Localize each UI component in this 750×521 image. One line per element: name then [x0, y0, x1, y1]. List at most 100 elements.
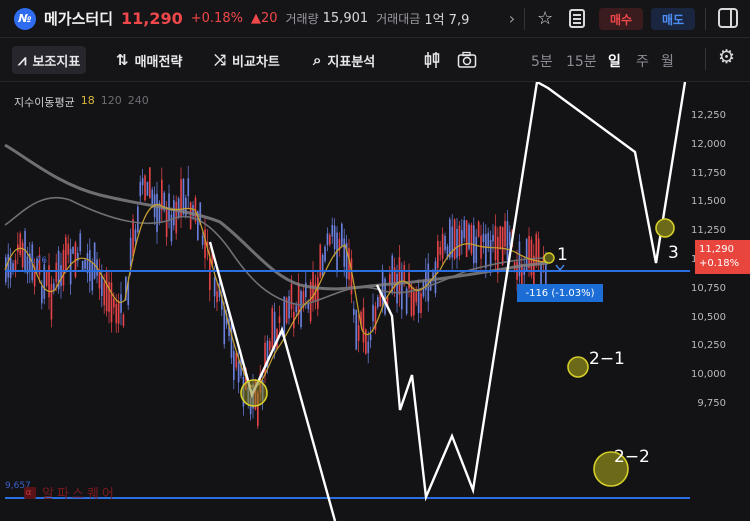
price-tag-change: +0.18%	[699, 258, 740, 269]
price-tag-value: 11,290	[699, 244, 734, 255]
candle-body	[7, 254, 10, 278]
candle-body	[357, 325, 360, 341]
analysis-button[interactable]: ⌕ 지표분석	[313, 46, 375, 74]
y-tick-label: 10,000	[691, 369, 726, 381]
buy-button[interactable]: 매수	[599, 8, 643, 30]
diff-tag: -116 (-1.03%)	[517, 284, 603, 302]
y-tick-label: 11,750	[691, 167, 726, 179]
candle-body	[391, 255, 394, 293]
candle-body	[60, 265, 62, 287]
candle-body	[113, 298, 115, 308]
y-tick-label: 10,250	[691, 340, 726, 352]
period-5min[interactable]: 5분	[531, 51, 553, 71]
candle-body	[271, 308, 274, 348]
candle-body	[201, 235, 204, 246]
candle-body	[329, 235, 331, 245]
volume-label: 거래량	[285, 12, 319, 26]
memo-icon[interactable]	[569, 9, 585, 28]
search-chart-icon: ⌕	[313, 51, 322, 69]
change-amount: ▲20	[250, 11, 278, 26]
candle-body	[458, 225, 461, 256]
candle-body	[50, 284, 53, 320]
candle-body	[237, 361, 240, 383]
stock-name[interactable]: 메가스터디	[44, 8, 113, 29]
shuffle-icon: ⤨	[214, 51, 227, 69]
ma-period-120: 120	[100, 94, 122, 107]
candle-body	[129, 237, 132, 267]
candle-body	[456, 228, 458, 258]
candle-body	[204, 229, 206, 259]
chevron-right-icon[interactable]: ›	[505, 9, 519, 29]
compare-button[interactable]: ⤨ 비교차트	[214, 46, 280, 74]
chart-toolbar: ⩘ 보조지표 ⇅ 매매전략 ⤨ 비교차트 ⌕ 지표분석 5분 15분 일 주 월…	[0, 38, 750, 82]
sell-button[interactable]: 매도	[651, 8, 695, 30]
candle-body	[449, 219, 451, 258]
candle-body	[146, 181, 149, 196]
period-15min[interactable]: 15분	[566, 51, 597, 71]
star-icon[interactable]: ☆	[537, 8, 553, 29]
candle-body	[499, 226, 502, 250]
support-label-upper: .176	[27, 256, 48, 266]
indicator-icon: ⩘	[18, 51, 27, 69]
gear-icon[interactable]: ⚙	[718, 46, 735, 68]
camera-icon	[457, 51, 477, 68]
candle-body	[475, 236, 478, 264]
camera-button[interactable]	[457, 46, 477, 74]
candle-body	[319, 244, 322, 278]
candle-body	[216, 291, 218, 303]
candle-body	[156, 193, 158, 232]
side-panel-icon[interactable]	[718, 8, 738, 28]
candle-body	[497, 237, 499, 274]
period-day[interactable]: 일	[608, 51, 621, 71]
indicator-label: 보조지표	[32, 54, 81, 70]
candle-body	[295, 305, 298, 313]
candle-body	[468, 224, 470, 249]
stock-logo: №	[14, 7, 36, 30]
indicator-button[interactable]: ⩘ 보조지표	[12, 46, 87, 74]
candle-body	[492, 234, 494, 242]
candle-body	[415, 289, 418, 303]
candle-icon[interactable]	[423, 46, 441, 74]
strategy-button[interactable]: ⇅ 매매전략	[116, 46, 182, 74]
candle-body	[417, 288, 420, 314]
ma-legend[interactable]: 지수이동평균 18 120 240	[14, 94, 149, 110]
period-week[interactable]: 주	[636, 51, 649, 71]
watermark-text: 알파스퀘어	[42, 487, 117, 502]
candle-body	[434, 261, 437, 294]
period-month[interactable]: 월	[661, 51, 674, 71]
candle-body	[168, 193, 170, 220]
candle-body	[509, 231, 511, 246]
candle-body	[477, 221, 480, 237]
marker-circle	[655, 218, 675, 238]
wave-projection-line	[208, 241, 337, 521]
candle-body	[540, 262, 542, 285]
candle-body	[235, 352, 238, 368]
candle-body	[321, 255, 324, 277]
candle-body	[377, 297, 379, 308]
y-tick-label: 11,500	[691, 196, 726, 208]
candle-body	[65, 237, 67, 271]
candle-body	[369, 334, 372, 341]
candle-body	[165, 209, 168, 237]
y-tick-label: 10,500	[691, 311, 726, 323]
candle-body	[341, 223, 343, 247]
y-tick-label: 10,750	[691, 282, 726, 294]
candle-body	[453, 219, 456, 259]
ma-period-240: 240	[127, 94, 149, 107]
candle-body	[396, 273, 398, 304]
candle-body	[187, 178, 190, 197]
candle-body	[482, 233, 485, 243]
candle-body	[84, 259, 86, 269]
candle-body	[410, 284, 413, 316]
candle-body	[326, 233, 329, 246]
candle-body	[93, 242, 96, 279]
candle-body	[141, 178, 144, 186]
candle-body	[120, 294, 122, 313]
ma-period-18: 18	[80, 94, 95, 107]
candle-body	[444, 235, 446, 251]
candle-body	[101, 275, 103, 297]
ma-legend-title: 지수이동평균	[14, 96, 75, 109]
candle-body	[67, 243, 70, 255]
candle-body	[353, 308, 355, 315]
candle-body	[317, 277, 319, 309]
